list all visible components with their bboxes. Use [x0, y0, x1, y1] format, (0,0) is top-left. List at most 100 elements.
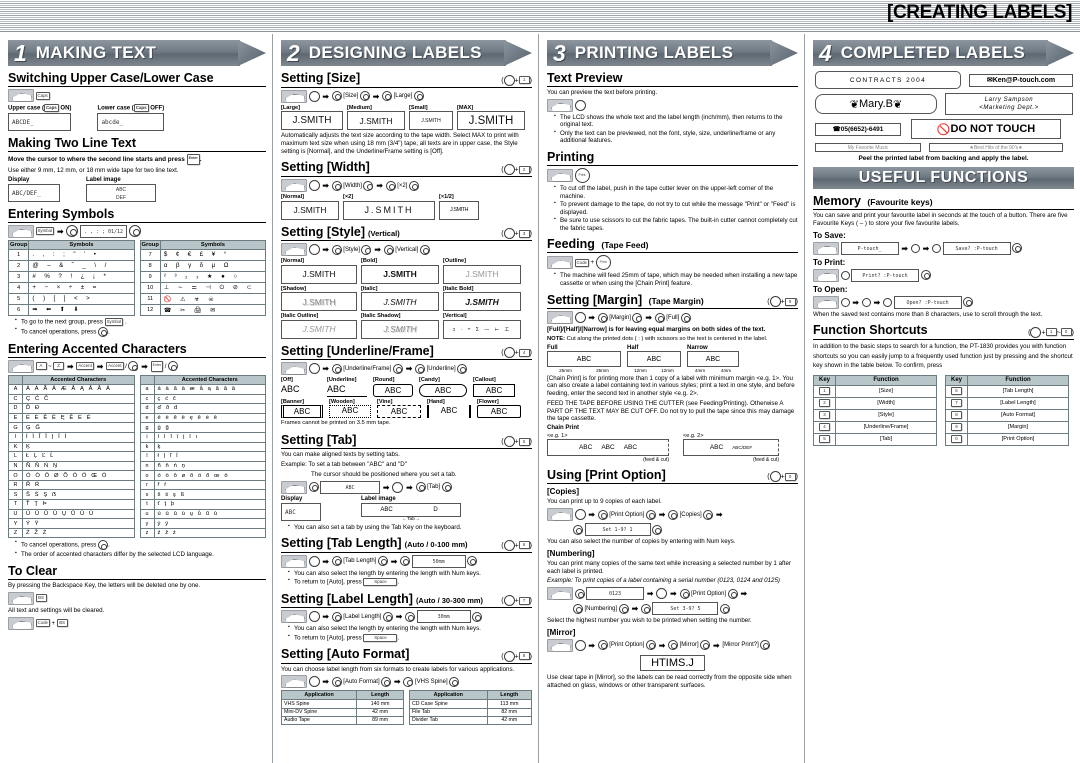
- nav-pad-icon-3[interactable]: [727, 588, 738, 599]
- nav-pad-icon[interactable]: [574, 588, 585, 599]
- code-key-icon[interactable]: Code: [35, 619, 50, 628]
- menu-circle-icon[interactable]: [308, 555, 320, 567]
- nav-pad-icon-4[interactable]: [413, 91, 424, 102]
- nav-pad-icon[interactable]: [66, 225, 79, 238]
- nav-pad-icon[interactable]: [331, 244, 342, 255]
- nav-pad-icon-3[interactable]: [400, 556, 411, 567]
- nav-pad-icon[interactable]: [331, 556, 342, 567]
- nav-pad-icon[interactable]: [597, 509, 608, 520]
- menu-circle-icon[interactable]: [308, 244, 320, 256]
- letter-key-icon-2[interactable]: Z: [53, 362, 65, 371]
- nav-pad-icon-3[interactable]: [405, 611, 416, 622]
- nav-pad-icon-2[interactable]: [679, 588, 690, 599]
- nav-pad-icon-5[interactable]: [760, 640, 771, 651]
- menu-circle-icon[interactable]: [392, 481, 404, 493]
- nav-pad-icon-6[interactable]: [640, 603, 651, 614]
- menu-circle-icon[interactable]: [574, 639, 586, 651]
- nav-pad-icon-2[interactable]: [381, 676, 392, 687]
- nav-pad-icon-2[interactable]: [377, 556, 388, 567]
- menu-circle-icon[interactable]: [308, 611, 320, 623]
- nav-pad-icon-3[interactable]: [668, 640, 679, 651]
- nav-pad-icon-5[interactable]: [573, 524, 583, 535]
- space-key-icon[interactable]: Space: [363, 633, 398, 642]
- enter-key-icon[interactable]: Enter: [150, 360, 164, 372]
- nav-pad-icon-4[interactable]: [700, 640, 711, 651]
- nav-pad-icon-7[interactable]: [719, 603, 730, 614]
- space-key-icon[interactable]: Space: [363, 578, 398, 587]
- clear-line-2: All text and settings will be cleared.: [8, 606, 105, 614]
- heading-text: Entering Symbols: [8, 206, 115, 221]
- print-key-icon[interactable]: Print: [574, 168, 590, 183]
- nav-pad-icon-4[interactable]: [449, 676, 460, 687]
- nav-pad-icon-3[interactable]: [403, 676, 414, 687]
- nav-pad-icon[interactable]: [331, 676, 342, 687]
- nav-pad-icon[interactable]: [920, 270, 931, 280]
- print-key-icon[interactable]: Print: [595, 255, 611, 271]
- nav-pad-icon[interactable]: [331, 91, 342, 102]
- nav-pad-icon-3[interactable]: [383, 244, 394, 255]
- backspace-key-icon[interactable]: BS: [35, 594, 47, 603]
- table-row: CD Case Spine 113 mm: [409, 699, 533, 709]
- nav-pad-icon-2[interactable]: [359, 91, 370, 102]
- nav-pad-icon-2[interactable]: [361, 244, 372, 255]
- nav-pad-icon-2[interactable]: [392, 363, 403, 374]
- nav-pad-icon[interactable]: [128, 361, 139, 372]
- nav-pad-icon-4[interactable]: [573, 603, 583, 614]
- nav-pad-icon-2[interactable]: [167, 361, 178, 372]
- accent-key-icon-2[interactable]: Accent: [106, 362, 124, 371]
- nav-pad-icon-4[interactable]: [472, 611, 483, 622]
- favourite-key-icon-3[interactable]: [883, 297, 893, 307]
- nav-pad-icon[interactable]: [308, 482, 319, 493]
- symbol-key-icon[interactable]: Symbol: [35, 227, 55, 236]
- nav-pad-icon-2[interactable]: [645, 509, 656, 520]
- favourite-key-icon[interactable]: [840, 270, 850, 280]
- accent-key-icon[interactable]: Accent: [76, 362, 94, 371]
- nav-pad-icon-3[interactable]: [385, 180, 396, 191]
- menu-circle-icon[interactable]: [574, 509, 586, 521]
- letter-key-icon[interactable]: A: [35, 362, 47, 371]
- code-key-icon[interactable]: Code: [574, 258, 589, 267]
- menu-circle-icon[interactable]: [574, 99, 586, 111]
- nav-pad-icon-3[interactable]: [441, 482, 452, 493]
- nav-pad-icon-2[interactable]: [128, 225, 141, 238]
- menu-circle-icon[interactable]: [308, 90, 320, 102]
- enter-key-icon[interactable]: Enter: [186, 154, 200, 165]
- favourite-key-icon[interactable]: [840, 297, 850, 307]
- favourite-key-icon-2[interactable]: [932, 243, 942, 253]
- nav-pad-icon[interactable]: [597, 312, 608, 323]
- base-letter: n: [139, 460, 155, 472]
- menu-circle-icon[interactable]: [308, 180, 320, 192]
- nav-pad-icon[interactable]: [597, 640, 608, 651]
- menu-circle-icon[interactable]: [574, 312, 586, 324]
- nav-pad-icon-4[interactable]: [457, 363, 468, 374]
- nav-pad-icon-6[interactable]: [652, 524, 662, 535]
- nav-pad-icon-3[interactable]: [415, 363, 426, 374]
- accent-chars: Ř Ŕ: [22, 479, 135, 491]
- caps-key-icon[interactable]: Caps: [35, 91, 50, 100]
- nav-pad-icon-2[interactable]: [632, 312, 643, 323]
- nav-pad-icon-4[interactable]: [408, 180, 419, 191]
- nav-pad-icon-5[interactable]: [618, 603, 629, 614]
- nav-pad-icon-3[interactable]: [668, 509, 679, 520]
- nav-pad-icon-3[interactable]: [382, 91, 393, 102]
- nav-pad-icon-2[interactable]: [382, 611, 393, 622]
- nav-pad-icon-2[interactable]: [363, 180, 374, 191]
- nav-pad-icon-4[interactable]: [419, 244, 430, 255]
- nav-pad-icon[interactable]: [331, 363, 342, 374]
- backspace-key-icon-2[interactable]: BS: [56, 619, 68, 628]
- favourite-key-icon[interactable]: [910, 243, 920, 253]
- nav-pad-icon-3[interactable]: [654, 312, 665, 323]
- nav-pad-icon-2[interactable]: [645, 640, 656, 651]
- nav-pad-icon[interactable]: [1012, 243, 1023, 253]
- nav-pad-icon[interactable]: [331, 611, 342, 622]
- nav-pad-icon-2[interactable]: [415, 482, 426, 493]
- nav-pad-icon-4[interactable]: [467, 556, 478, 567]
- nav-pad-icon-4[interactable]: [680, 312, 691, 323]
- menu-circle-icon[interactable]: [656, 588, 668, 600]
- favourite-key-icon-2[interactable]: [861, 297, 871, 307]
- menu-circle-icon[interactable]: [308, 676, 320, 688]
- nav-pad-icon[interactable]: [963, 297, 974, 307]
- nav-pad-icon-4[interactable]: [703, 509, 714, 520]
- menu-circle-icon[interactable]: [308, 363, 320, 375]
- nav-pad-icon[interactable]: [331, 180, 342, 191]
